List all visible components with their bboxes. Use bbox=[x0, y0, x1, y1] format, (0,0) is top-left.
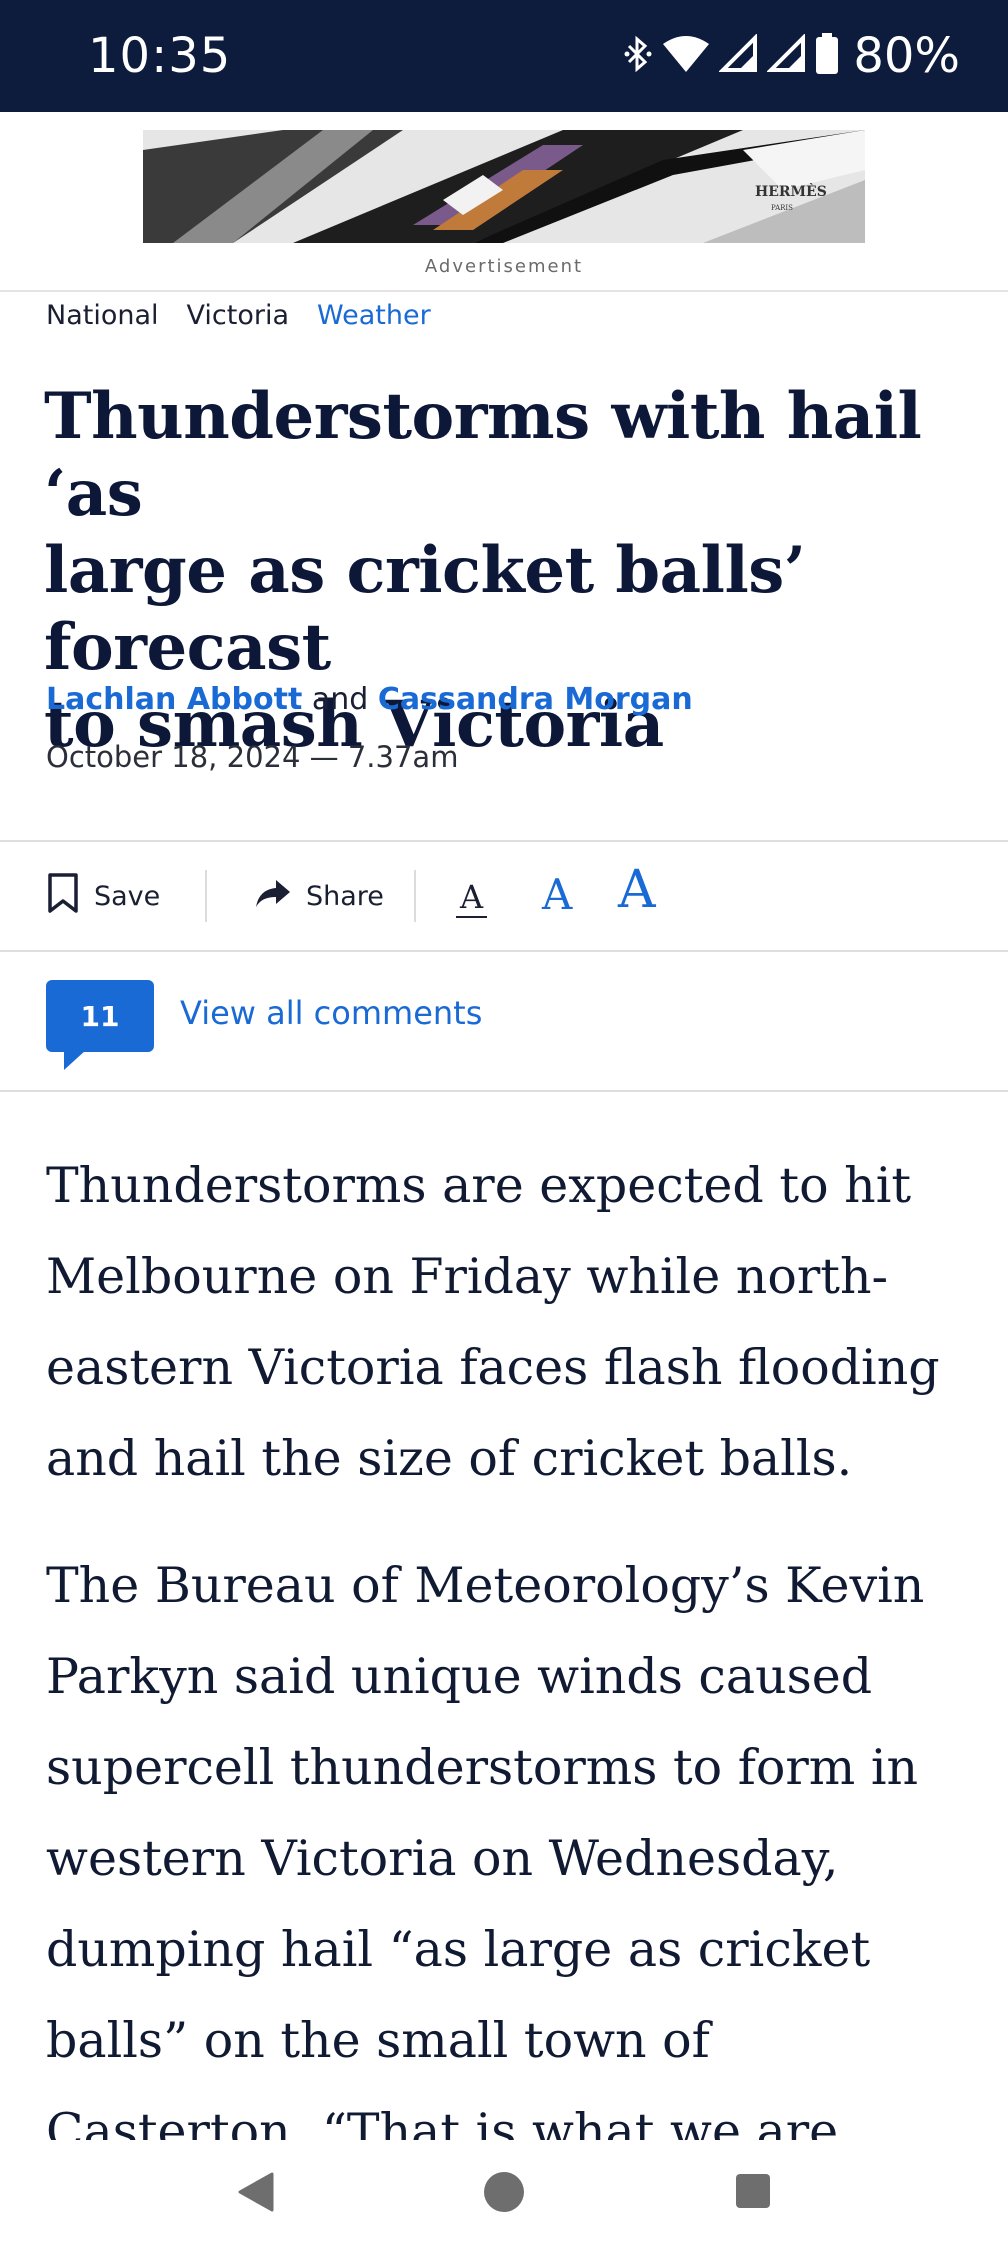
share-button[interactable]: Share bbox=[254, 842, 384, 950]
wifi-icon bbox=[661, 34, 711, 79]
paragraph-line: eastern Victoria faces flash flooding bbox=[46, 1339, 940, 1396]
author-link[interactable]: Lachlan Abbott bbox=[46, 682, 302, 717]
article-body: Thunderstorms are expected to hit Melbou… bbox=[46, 1140, 976, 2140]
comment-bubble-tail bbox=[64, 1050, 86, 1070]
article-paragraph: The Bureau of Meteorology’s Kevin Parkyn… bbox=[46, 1540, 976, 2140]
status-bar: 10:35 80% bbox=[0, 0, 1008, 112]
ad-banner[interactable]: HERMÈS PARIS bbox=[143, 130, 865, 243]
comments-section: 11 View all comments bbox=[0, 952, 1008, 1090]
paragraph-line: balls” on the small town of bbox=[46, 2012, 710, 2069]
ad-label: Advertisement bbox=[424, 256, 584, 277]
font-size-small-button[interactable]: A bbox=[456, 878, 488, 918]
status-time: 10:35 bbox=[88, 28, 232, 84]
back-icon[interactable] bbox=[236, 2170, 276, 2219]
advertisement: HERMÈS PARIS Advertisement bbox=[0, 112, 1008, 292]
font-size-large-button[interactable]: A bbox=[618, 860, 656, 920]
paragraph-line: dumping hail “as large as cricket bbox=[46, 1921, 871, 1978]
ad-brand: HERMÈS bbox=[755, 182, 827, 200]
save-label: Save bbox=[94, 880, 161, 912]
save-button[interactable]: Save bbox=[46, 842, 160, 950]
paragraph-line: The Bureau of Meteorology’s Kevin bbox=[46, 1557, 925, 1614]
system-nav-bar bbox=[0, 2140, 1008, 2244]
breadcrumb-national[interactable]: National bbox=[46, 300, 159, 331]
toolbar-divider bbox=[205, 870, 207, 922]
paragraph-line: western Victoria on Wednesday, bbox=[46, 1830, 839, 1887]
headline-line: Thunderstorms with hail ‘as bbox=[44, 379, 922, 531]
article-toolbar: Save Share A A A bbox=[0, 842, 1008, 950]
battery-icon bbox=[815, 32, 839, 80]
article-paragraph: Thunderstorms are expected to hit Melbou… bbox=[46, 1140, 976, 1504]
paragraph-line: Parkyn said unique winds caused bbox=[46, 1648, 873, 1705]
byline: Lachlan Abbott and Cassandra Morgan bbox=[46, 682, 693, 717]
paragraph-line: supercell thunderstorms to form in bbox=[46, 1739, 919, 1796]
font-size-medium-button[interactable]: A bbox=[542, 870, 572, 920]
toolbar-divider bbox=[414, 870, 416, 922]
bookmark-icon bbox=[46, 872, 80, 921]
divider bbox=[0, 1090, 1008, 1092]
breadcrumb-victoria[interactable]: Victoria bbox=[187, 300, 289, 331]
status-icons: 80% bbox=[623, 28, 960, 84]
signal-icon bbox=[718, 32, 759, 79]
paragraph-line: Melbourne on Friday while north- bbox=[46, 1248, 889, 1305]
share-arrow-icon bbox=[254, 876, 292, 917]
breadcrumb: National Victoria Weather bbox=[46, 300, 431, 331]
comment-count-badge[interactable]: 11 bbox=[46, 980, 154, 1052]
author-link[interactable]: Cassandra Morgan bbox=[378, 682, 693, 717]
recent-apps-icon[interactable] bbox=[736, 2174, 770, 2208]
battery-percent: 80% bbox=[853, 28, 960, 84]
share-label: Share bbox=[306, 880, 384, 912]
ad-brand-sub: PARIS bbox=[771, 204, 793, 212]
home-icon[interactable] bbox=[484, 2172, 524, 2212]
signal-icon bbox=[766, 32, 807, 79]
publish-date: October 18, 2024 — 7.37am bbox=[46, 740, 459, 774]
paragraph-line: Thunderstorms are expected to hit bbox=[46, 1157, 912, 1214]
breadcrumb-weather[interactable]: Weather bbox=[317, 300, 431, 331]
paragraph-line: and hail the size of cricket balls. bbox=[46, 1430, 853, 1487]
bluetooth-icon bbox=[623, 34, 653, 79]
paragraph-line: Casterton. “That is what we are bbox=[46, 2103, 839, 2140]
view-all-comments-link[interactable]: View all comments bbox=[180, 994, 482, 1032]
headline-line: large as cricket balls’ forecast bbox=[44, 533, 806, 685]
byline-and: and bbox=[311, 682, 369, 717]
